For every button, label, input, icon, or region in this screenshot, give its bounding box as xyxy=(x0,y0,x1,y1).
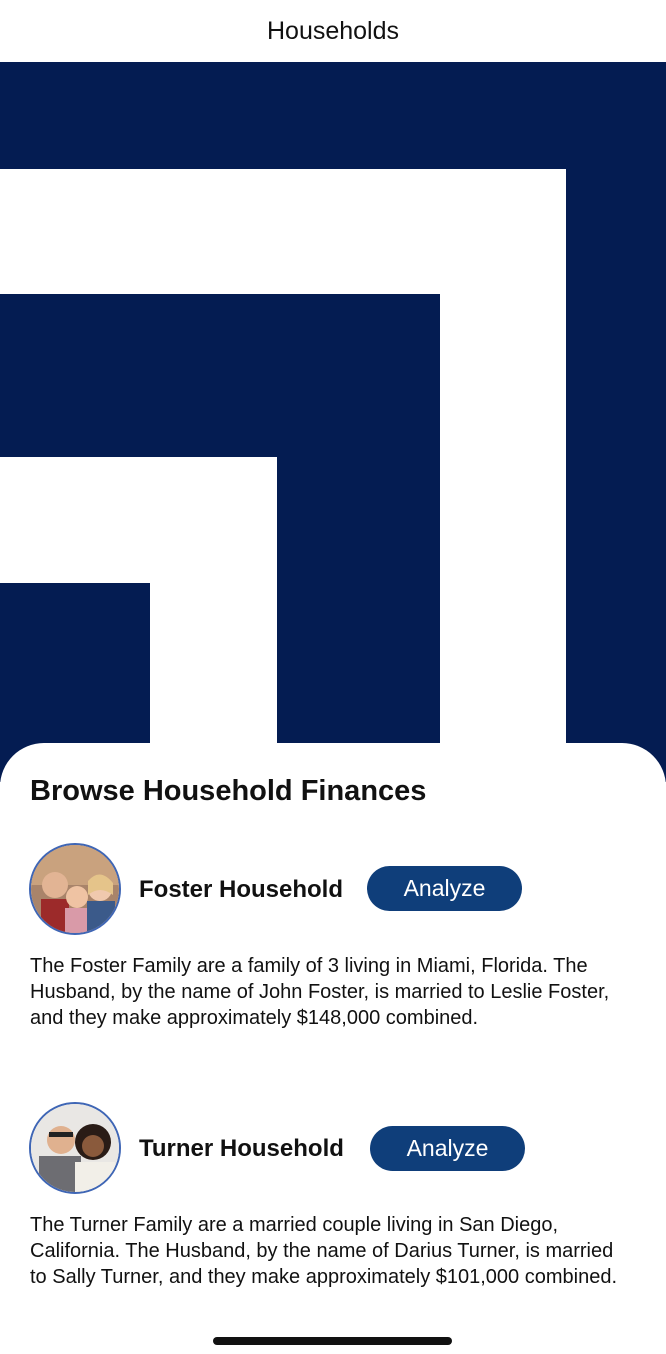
analyze-button-turner[interactable]: Analyze xyxy=(370,1126,525,1171)
analyze-button-foster[interactable]: Analyze xyxy=(367,866,522,911)
household-name: Turner Household xyxy=(139,1135,344,1162)
home-indicator[interactable] xyxy=(213,1337,452,1345)
avatar xyxy=(29,843,121,935)
household-name: Foster Household xyxy=(139,876,344,903)
navigation-bar: Households xyxy=(0,0,666,62)
household-description: The Turner Family are a married couple l… xyxy=(30,1214,618,1288)
page-title: Households xyxy=(266,16,400,45)
hero-logo-image xyxy=(0,62,666,782)
avatar xyxy=(29,1102,121,1194)
household-description: The Foster Family are a family of 3 livi… xyxy=(30,955,610,1029)
section-title: Browse Household Finances xyxy=(30,775,427,807)
households-sheet: Browse Household Finances Foster Househo… xyxy=(0,743,666,1354)
